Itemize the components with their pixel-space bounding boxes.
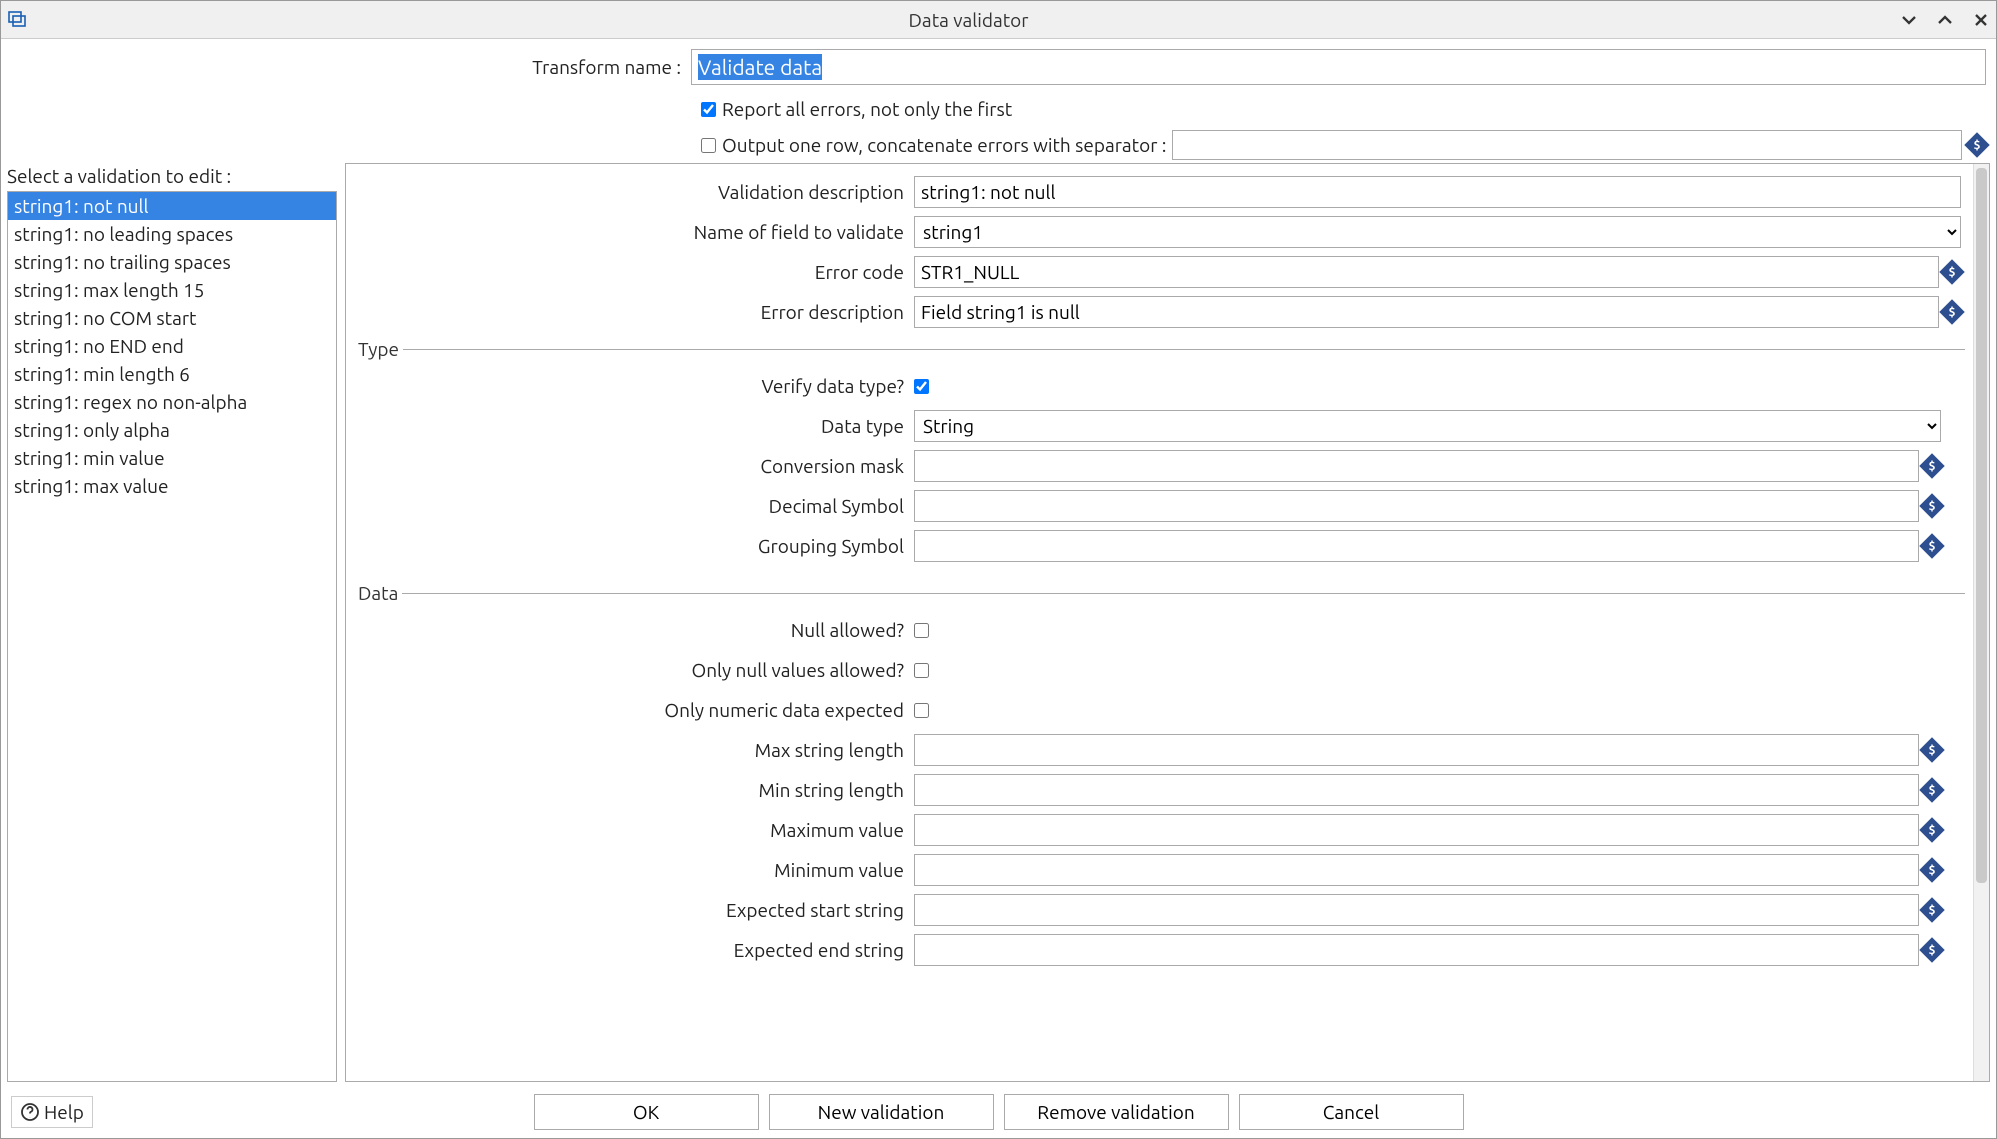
validation-list-item[interactable]: string1: no trailing spaces <box>8 248 336 276</box>
decimal-symbol-label: Decimal Symbol <box>354 495 914 517</box>
null-allowed-checkbox[interactable] <box>914 623 929 638</box>
minimum-value-input[interactable] <box>914 854 1919 886</box>
maximum-value-input[interactable] <box>914 814 1919 846</box>
conversion-mask-input[interactable] <box>914 450 1919 482</box>
titlebar: Data validator <box>1 1 1996 39</box>
validation-description-input[interactable] <box>914 176 1961 208</box>
data-type-label: Data type <box>354 415 914 437</box>
scrollbar[interactable] <box>1973 164 1989 1081</box>
validation-detail-panel: Validation description Name of field to … <box>345 163 1990 1082</box>
variable-icon[interactable] <box>1919 453 1944 478</box>
validation-list-item[interactable]: string1: max length 15 <box>8 276 336 304</box>
grouping-symbol-input[interactable] <box>914 530 1919 562</box>
expected-start-label: Expected start string <box>354 899 914 921</box>
expected-start-input[interactable] <box>914 894 1919 926</box>
new-validation-button[interactable]: New validation <box>769 1094 994 1130</box>
concat-errors-row: Output one row, concatenate errors with … <box>691 127 1996 163</box>
data-type-select[interactable]: String <box>914 410 1941 442</box>
verify-data-type-label: Verify data type? <box>354 375 914 397</box>
data-group: Data Null allowed? Only null values allo… <box>354 582 1965 980</box>
decimal-symbol-input[interactable] <box>914 490 1919 522</box>
report-all-errors-label[interactable]: Report all errors, not only the first <box>722 98 1012 120</box>
variable-icon[interactable] <box>1919 817 1944 842</box>
only-null-label: Only null values allowed? <box>354 659 914 681</box>
variable-icon[interactable] <box>1919 777 1944 802</box>
min-string-length-input[interactable] <box>914 774 1919 806</box>
validation-list-item[interactable]: string1: no leading spaces <box>8 220 336 248</box>
variable-icon[interactable] <box>1939 299 1964 324</box>
remove-validation-button[interactable]: Remove validation <box>1004 1094 1229 1130</box>
max-string-length-input[interactable] <box>914 734 1919 766</box>
null-allowed-label: Null allowed? <box>354 619 914 641</box>
validation-list-item[interactable]: string1: min value <box>8 444 336 472</box>
variable-icon[interactable] <box>1919 737 1944 762</box>
only-null-checkbox[interactable] <box>914 663 929 678</box>
error-code-label: Error code <box>354 261 914 283</box>
validation-list-item[interactable]: string1: not null <box>8 192 336 220</box>
validation-list-item[interactable]: string1: min length 6 <box>8 360 336 388</box>
variable-icon[interactable] <box>1919 897 1944 922</box>
type-legend: Type <box>354 338 403 360</box>
report-all-errors-row: Report all errors, not only the first <box>691 91 1996 127</box>
concat-errors-checkbox[interactable] <box>701 138 716 153</box>
concat-errors-label[interactable]: Output one row, concatenate errors with … <box>722 134 1166 156</box>
error-code-input[interactable] <box>914 256 1939 288</box>
transform-name-label: Transform name : <box>11 56 691 78</box>
cancel-button[interactable]: Cancel <box>1239 1094 1464 1130</box>
field-name-select[interactable]: string1 <box>914 216 1961 248</box>
app-icon <box>7 8 27 32</box>
type-group: Type Verify data type? Data type String … <box>354 338 1965 576</box>
max-string-length-label: Max string length <box>354 739 914 761</box>
validation-list-item[interactable]: string1: max value <box>8 472 336 500</box>
validation-description-label: Validation description <box>354 181 914 203</box>
verify-data-type-checkbox[interactable] <box>914 379 929 394</box>
field-name-label: Name of field to validate <box>354 221 914 243</box>
maximize-icon[interactable] <box>1936 11 1954 29</box>
validation-list-item[interactable]: string1: no COM start <box>8 304 336 332</box>
error-description-input[interactable] <box>914 296 1939 328</box>
ok-button[interactable]: OK <box>534 1094 759 1130</box>
validation-list-item[interactable]: string1: only alpha <box>8 416 336 444</box>
validation-list-item[interactable]: string1: no END end <box>8 332 336 360</box>
scrollbar-thumb[interactable] <box>1976 168 1987 883</box>
min-string-length-label: Min string length <box>354 779 914 801</box>
help-button[interactable]: Help <box>11 1096 93 1128</box>
maximum-value-label: Maximum value <box>354 819 914 841</box>
validation-list[interactable]: string1: not nullstring1: no leading spa… <box>7 191 337 1082</box>
variable-icon[interactable] <box>1919 493 1944 518</box>
concat-separator-input[interactable] <box>1172 130 1962 160</box>
variable-icon[interactable] <box>1919 937 1944 962</box>
expected-end-label: Expected end string <box>354 939 914 961</box>
expected-end-input[interactable] <box>914 934 1919 966</box>
only-numeric-label: Only numeric data expected <box>354 699 914 721</box>
variable-icon[interactable] <box>1939 259 1964 284</box>
transform-name-row: Transform name : Validate data <box>1 39 1996 91</box>
error-description-label: Error description <box>354 301 914 323</box>
validation-list-heading: Select a validation to edit : <box>7 163 337 191</box>
transform-name-value: Validate data <box>698 54 822 80</box>
transform-name-input[interactable]: Validate data <box>691 49 1986 85</box>
grouping-symbol-label: Grouping Symbol <box>354 535 914 557</box>
close-icon[interactable] <box>1972 11 1990 29</box>
variable-icon[interactable] <box>1919 533 1944 558</box>
report-all-errors-checkbox[interactable] <box>701 102 716 117</box>
data-validator-dialog: Data validator Transform name : Validate… <box>0 0 1997 1139</box>
window-title: Data validator <box>37 9 1900 31</box>
minimum-value-label: Minimum value <box>354 859 914 881</box>
minimize-icon[interactable] <box>1900 11 1918 29</box>
variable-icon[interactable] <box>1964 132 1989 157</box>
help-label: Help <box>44 1101 84 1123</box>
only-numeric-checkbox[interactable] <box>914 703 929 718</box>
variable-icon[interactable] <box>1919 857 1944 882</box>
validation-list-item[interactable]: string1: regex no non-alpha <box>8 388 336 416</box>
conversion-mask-label: Conversion mask <box>354 455 914 477</box>
data-legend: Data <box>354 582 402 604</box>
